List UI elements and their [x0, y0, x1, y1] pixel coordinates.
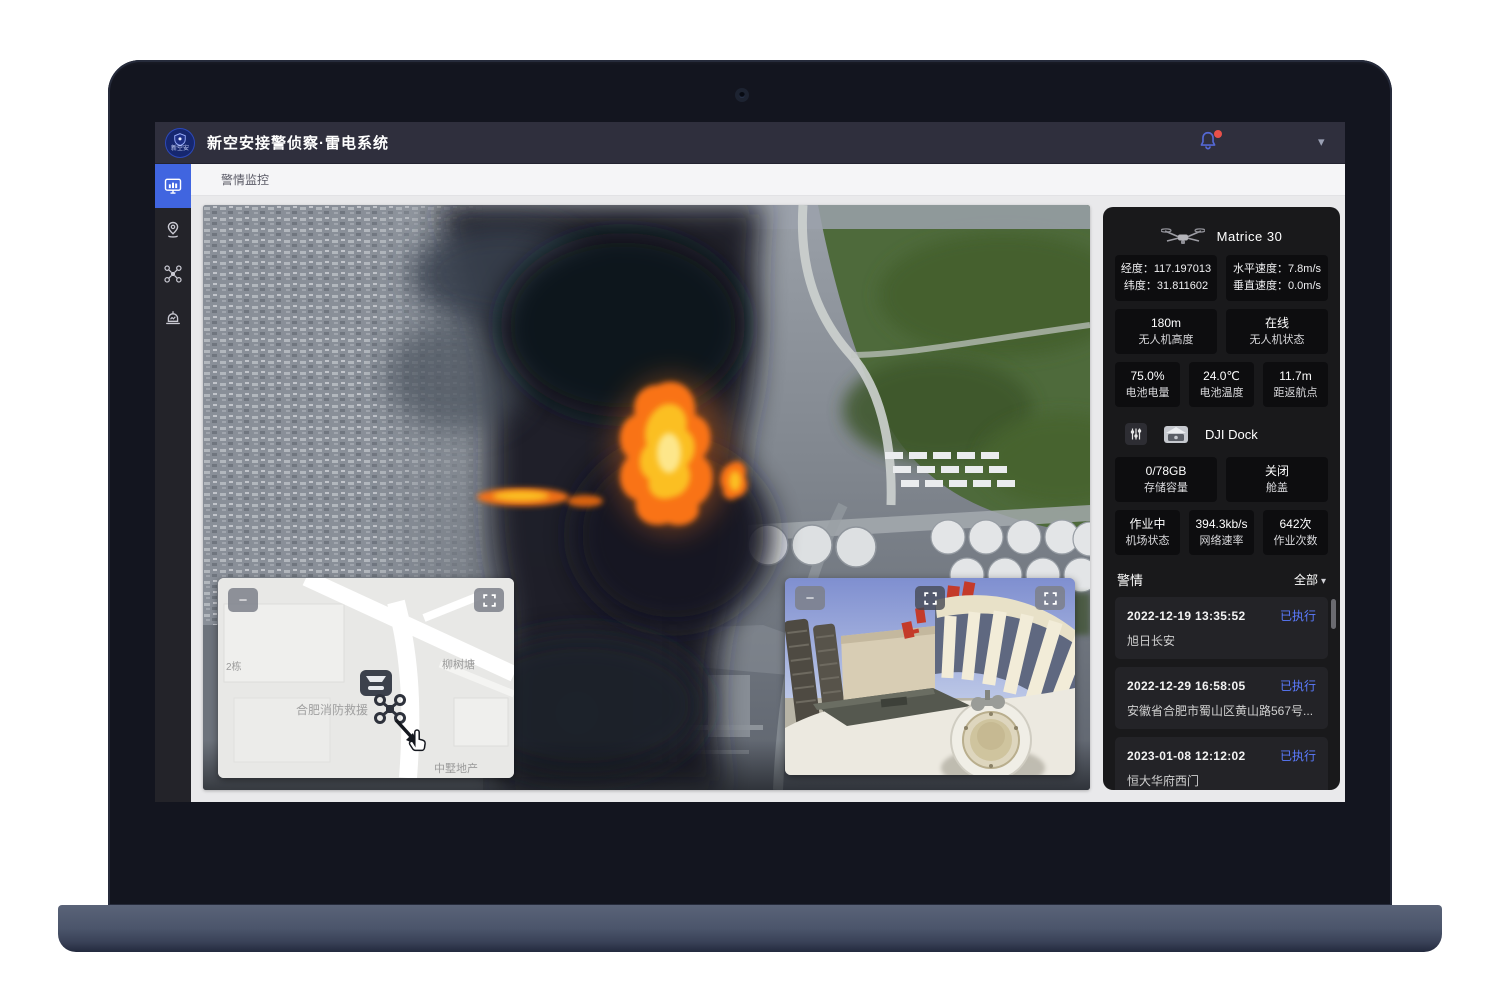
stat-missions: 642次 作业次数 — [1263, 510, 1328, 555]
sidebar-item-location[interactable] — [155, 208, 191, 252]
alert-status-badge: 已执行 — [1280, 607, 1316, 624]
stat-altitude: 180m 无人机高度 — [1115, 309, 1217, 354]
dock-name: DJI Dock — [1205, 427, 1258, 442]
drone-header: Matrice 30 — [1115, 217, 1328, 255]
lng-label: 经度： — [1121, 263, 1154, 275]
mini-map-overlay[interactable]: 2栋 合肥消防救援 柳树塘 中墅地产 — [218, 578, 514, 778]
hspeed-label: 水平速度： — [1233, 263, 1288, 275]
coords-box: 经度：117.197013 纬度：31.811602 — [1115, 255, 1217, 301]
alerts-filter-dropdown[interactable]: 全部▾ — [1294, 571, 1326, 588]
laptop-webcam — [735, 88, 749, 102]
expand-icon — [483, 594, 496, 607]
drone-status-panel: Matrice 30 经度：117.197013 纬度：31.811602 水平… — [1103, 207, 1340, 790]
stat-battery-temp: 24.0℃ 电池温度 — [1189, 362, 1254, 407]
alerts-title: 警情 — [1117, 570, 1143, 589]
expand-icon — [1044, 592, 1057, 605]
map-pin-icon — [163, 220, 183, 240]
alert-item[interactable]: 2022-12-29 16:58:05 已执行 安徽省合肥市蜀山区黄山路567号… — [1115, 667, 1328, 729]
alert-time: 2022-12-29 16:58:05 — [1127, 679, 1245, 693]
map-zoom-out-button[interactable]: − — [228, 588, 258, 612]
map-label-road: 柳树塘 — [442, 657, 475, 671]
drone-photo-icon — [1161, 225, 1205, 247]
speed-box: 水平速度：7.8m/s 垂直速度：0.0m/s — [1226, 255, 1328, 301]
camera-expand-button[interactable] — [1035, 586, 1065, 610]
notification-dot — [1214, 130, 1222, 138]
stat-battery: 75.0% 电池电量 — [1115, 362, 1180, 407]
expand-icon — [924, 592, 937, 605]
alert-item[interactable]: 2023-01-08 12:12:02 已执行 恒大华府西门 — [1115, 737, 1328, 790]
stat-dock-status: 作业中 机场状态 — [1115, 510, 1180, 555]
minus-icon: − — [239, 593, 248, 608]
sidebar-item-drone[interactable] — [155, 252, 191, 296]
hspeed-value: 7.8m/s — [1288, 263, 1321, 275]
alerts-scrollbar[interactable] — [1331, 599, 1336, 629]
stat-hatch: 关闭 舱盖 — [1226, 457, 1328, 502]
alerts-list: 2022-12-19 13:35:52 已执行 旭日长安 2022-12-29 … — [1115, 597, 1328, 790]
lat-value: 31.811602 — [1157, 280, 1208, 292]
left-sidebar — [155, 164, 191, 802]
live-video-feed: 2栋 合肥消防救援 柳树塘 中墅地产 — [203, 205, 1090, 790]
dock-settings-button[interactable] — [1125, 423, 1147, 445]
stat-status: 在线 无人机状态 — [1226, 309, 1328, 354]
vspeed-label: 垂直速度： — [1233, 280, 1288, 292]
dock-header: DJI Dock — [1125, 419, 1328, 449]
account-dropdown[interactable]: ▾ — [1318, 134, 1325, 150]
lng-value: 117.197013 — [1154, 263, 1211, 275]
alert-time: 2022-12-19 13:35:52 — [1127, 609, 1245, 623]
alert-location: 恒大华府西门 — [1127, 772, 1316, 789]
vspeed-value: 0.0m/s — [1288, 280, 1321, 292]
map-label-building: 2栋 — [226, 660, 242, 673]
camera-zoom-out-button[interactable]: − — [795, 586, 825, 610]
siren-icon — [163, 308, 183, 328]
sidebar-item-alarm[interactable] — [155, 296, 191, 340]
app-title: 新空安接警侦察·雷电系统 — [207, 132, 389, 153]
alert-status-badge: 已执行 — [1280, 747, 1316, 764]
map-label-realty: 中墅地产 — [434, 761, 478, 775]
alert-time: 2023-01-08 12:12:02 — [1127, 749, 1245, 763]
stat-network: 394.3kb/s 网络速率 — [1189, 510, 1254, 555]
mini-map: 2栋 合肥消防救援 柳树塘 中墅地产 — [218, 578, 514, 778]
stat-home-distance: 11.7m 距返航点 — [1263, 362, 1328, 407]
logo-text: 新空安 — [171, 146, 189, 152]
drone-icon — [163, 264, 183, 284]
alerts-filter-label: 全部 — [1294, 573, 1318, 587]
dock-camera-overlay[interactable]: − — [785, 578, 1075, 775]
laptop-base — [58, 905, 1442, 952]
monitor-chart-icon — [163, 176, 183, 196]
alert-item[interactable]: 2022-12-19 13:35:52 已执行 旭日长安 — [1115, 597, 1328, 659]
shield-icon — [173, 133, 187, 146]
map-expand-button[interactable] — [474, 588, 504, 612]
minus-icon: − — [806, 591, 815, 606]
top-bar: 新空安 新空安接警侦察·雷电系统 ▾ — [155, 122, 1345, 164]
app-window: 新空安 新空安接警侦察·雷电系统 ▾ — [155, 122, 1345, 802]
notification-button[interactable] — [1197, 130, 1223, 156]
sliders-icon — [1129, 427, 1143, 441]
stat-storage: 0/78GB 存储容量 — [1115, 457, 1217, 502]
alert-status-badge: 已执行 — [1280, 677, 1316, 694]
page: 新空安 新空安接警侦察·雷电系统 ▾ — [0, 0, 1500, 1000]
breadcrumb-bar: 警情监控 — [191, 164, 1345, 196]
chevron-down-icon: ▾ — [1321, 576, 1326, 587]
camera-switch-view-button[interactable] — [915, 586, 945, 610]
alert-location: 旭日长安 — [1127, 632, 1316, 649]
sidebar-item-monitor[interactable] — [155, 164, 191, 208]
lat-label: 纬度： — [1124, 280, 1157, 292]
drone-model: Matrice 30 — [1217, 229, 1283, 244]
alert-location: 安徽省合肥市蜀山区黄山路567号... — [1127, 702, 1316, 719]
map-label-fire-station: 合肥消防救援 — [296, 702, 368, 717]
app-logo: 新空安 — [165, 128, 195, 158]
fire-truck-marker — [360, 670, 392, 696]
breadcrumb: 警情监控 — [221, 171, 269, 188]
dock-photo-icon — [1163, 423, 1189, 445]
